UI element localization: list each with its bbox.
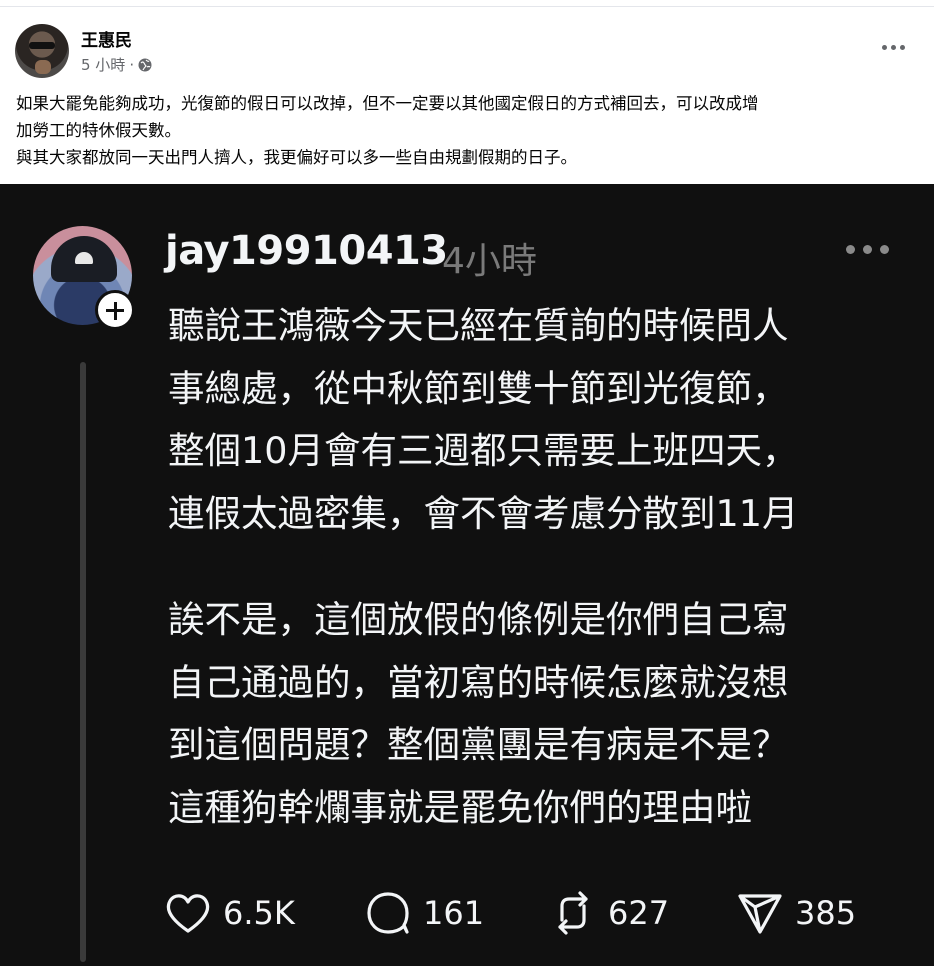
post-time[interactable]: 5 小時 (81, 54, 125, 75)
threads-screenshot: jay19910413 4小時 聽說王鴻薇今天已經在質詢的時候問人 事總處，從中… (0, 184, 934, 966)
threads-paragraph: 聽說王鴻薇今天已經在質詢的時候問人 事總處，從中秋節到雙十節到光復節， 整個10… (168, 295, 908, 545)
threads-time: 4小時 (442, 241, 537, 282)
text-line: 聽說王鴻薇今天已經在質詢的時候問人 (168, 304, 789, 347)
post-text: 如果大罷免能夠成功，光復節的假日可以改掉，但不一定要以其他國定假日的方式補回去，… (16, 90, 921, 171)
like-count: 6.5K (223, 894, 295, 932)
more-horizontal-icon[interactable] (880, 34, 908, 58)
author-name[interactable]: 王惠民 (81, 26, 132, 51)
text-line: 連假太過密集，會不會考慮分散到11月 (168, 491, 799, 535)
threads-username[interactable]: jay19910413 (165, 228, 448, 274)
share-button[interactable]: 385 (735, 890, 856, 936)
text-line: 自己通過的，當初寫的時候怎麼就沒想 (168, 660, 789, 704)
text-line: 這種狗幹爛事就是罷免你們的理由啦 (168, 785, 752, 829)
like-button[interactable]: 6.5K (163, 890, 295, 936)
repost-icon (558, 891, 588, 935)
action-bar: 6.5K 161 627 385 (163, 890, 883, 936)
facebook-post: 王惠民 5 小時 · 如果大罷免能夠成功，光復節的假日可以改掉，但不一定要以其他… (0, 0, 934, 184)
share-count: 385 (795, 894, 857, 932)
comment-icon (367, 892, 409, 934)
author-avatar[interactable] (15, 24, 69, 78)
heart-icon (166, 894, 210, 933)
post-meta: 5 小時 · (81, 54, 152, 75)
thread-line (80, 362, 86, 962)
plus-icon[interactable] (95, 290, 135, 330)
reply-count: 161 (423, 894, 485, 932)
globe-icon[interactable] (138, 58, 152, 72)
repost-button[interactable]: 627 (548, 890, 669, 936)
post-text-line: 如果大罷免能夠成功，光復節的假日可以改掉，但不一定要以其他國定假日的方式補回去，… (16, 94, 759, 113)
send-icon (738, 894, 782, 934)
reply-button[interactable]: 161 (363, 890, 484, 936)
threads-paragraph: 誒不是，這個放假的條例是你們自己寫 自己通過的，當初寫的時候怎麼就沒想 到這個問… (168, 589, 908, 839)
meta-separator: · (129, 55, 135, 74)
post-text-line: 加勞工的特休假天數。 (16, 121, 181, 140)
post-text-line: 與其大家都放同一天出門人擠人，我更偏好可以多一些自由規劃假期的日子。 (16, 148, 577, 167)
text-line: 誒不是，這個放假的條例是你們自己寫 (168, 598, 789, 641)
text-line: 整個10月會有三週都只需要上班四天， (168, 429, 799, 472)
more-horizontal-icon[interactable] (844, 240, 892, 258)
divider (0, 6, 934, 7)
text-line: 到這個問題？整個黨團是有病是不是？ (168, 723, 789, 766)
repost-count: 627 (608, 894, 670, 932)
text-line: 事總處，從中秋節到雙十節到光復節， (168, 366, 789, 410)
